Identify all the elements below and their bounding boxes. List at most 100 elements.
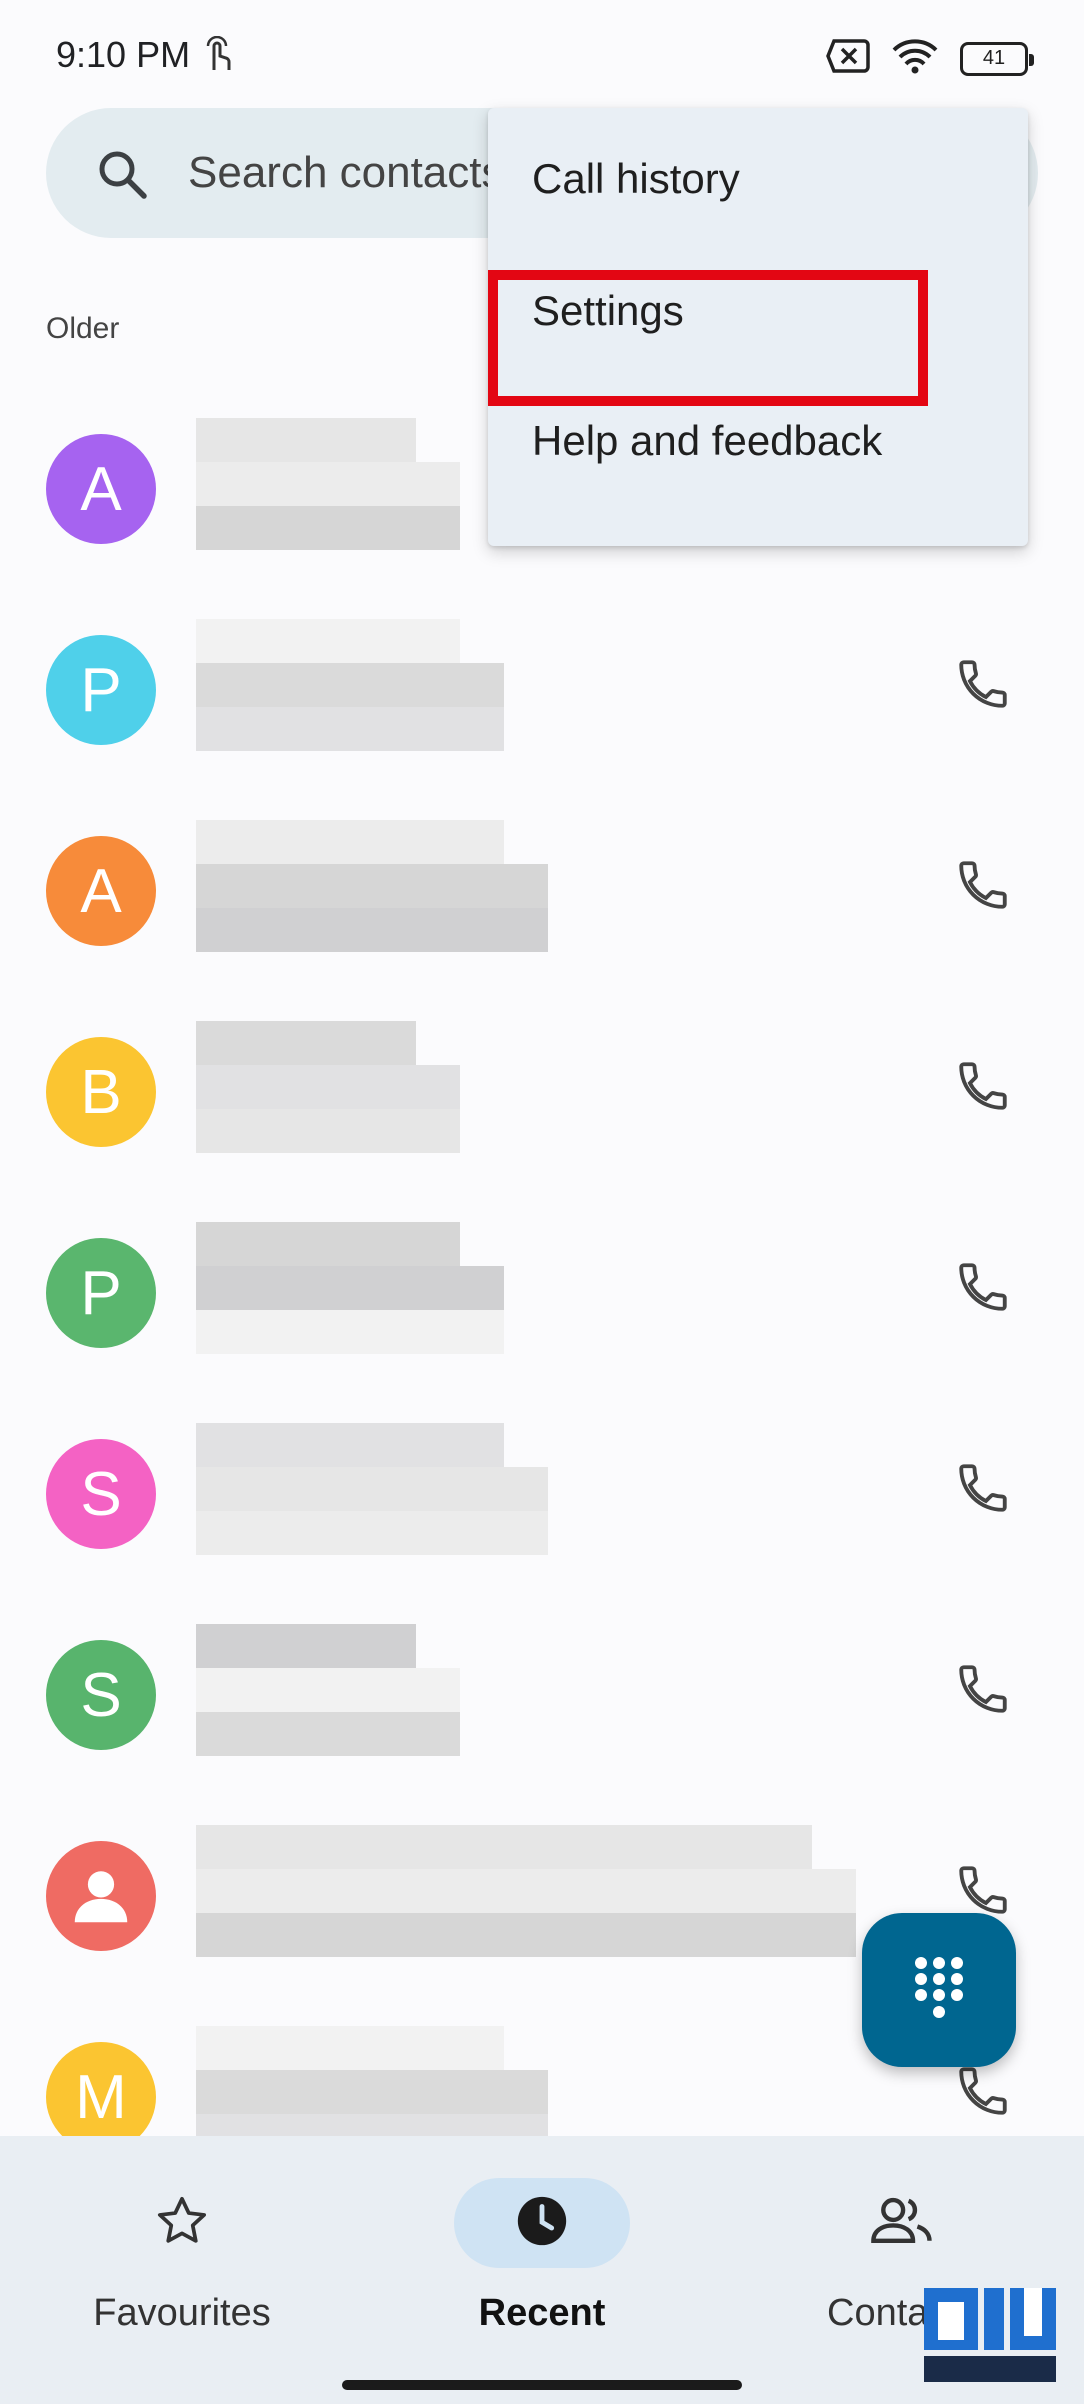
redaction-pixel bbox=[680, 1825, 724, 1869]
redaction-pixel bbox=[372, 418, 416, 462]
call-log-row[interactable]: B bbox=[0, 991, 1084, 1191]
redaction-pixel bbox=[416, 1423, 460, 1467]
redaction-pixel bbox=[504, 2070, 548, 2114]
redaction-pixel bbox=[240, 908, 284, 952]
redaction-pixel bbox=[284, 1869, 328, 1913]
redaction-pixel bbox=[416, 619, 460, 663]
call-log-row[interactable]: P bbox=[0, 589, 1084, 789]
contact-avatar[interactable]: S bbox=[46, 1439, 156, 1549]
phone-call-icon[interactable] bbox=[954, 1258, 1012, 1321]
redaction-pixel bbox=[240, 462, 284, 506]
redaction-pixel bbox=[724, 1869, 768, 1913]
redaction-pixel bbox=[196, 1869, 240, 1913]
people-icon bbox=[869, 2193, 935, 2254]
contact-avatar[interactable]: P bbox=[46, 1238, 156, 1348]
nav-favourites-pill bbox=[94, 2178, 270, 2268]
redaction-pixel bbox=[328, 1825, 372, 1869]
redaction-pixel bbox=[284, 1310, 328, 1354]
status-bar: 9:10 PM 41 bbox=[0, 0, 1084, 110]
redaction-pixel bbox=[460, 2070, 504, 2114]
redaction-pixel bbox=[284, 1109, 328, 1153]
redaction-pixel bbox=[460, 2026, 504, 2070]
phone-call-icon[interactable] bbox=[954, 655, 1012, 718]
phone-call-icon[interactable] bbox=[954, 2062, 1012, 2125]
redaction-pixel bbox=[240, 1065, 284, 1109]
redaction-pixel bbox=[240, 1511, 284, 1555]
contact-avatar[interactable]: B bbox=[46, 1037, 156, 1147]
redaction-pixel bbox=[460, 1869, 504, 1913]
redaction-pixel bbox=[328, 418, 372, 462]
redaction-pixel bbox=[416, 1913, 460, 1957]
redaction-pixel bbox=[240, 2026, 284, 2070]
redaction-pixel bbox=[680, 1869, 724, 1913]
redaction-pixel bbox=[196, 1467, 240, 1511]
redaction-pixel bbox=[240, 1266, 284, 1310]
person-avatar-icon[interactable] bbox=[46, 1841, 156, 1951]
search-input[interactable]: Search contacts bbox=[188, 148, 504, 198]
redaction-pixel bbox=[328, 707, 372, 751]
redaction-pixel bbox=[328, 2070, 372, 2114]
phone-call-icon[interactable] bbox=[954, 1660, 1012, 1723]
redaction-pixel bbox=[284, 462, 328, 506]
phone-call-icon[interactable] bbox=[954, 1459, 1012, 1522]
redaction-pixel bbox=[284, 1511, 328, 1555]
redaction-pixel bbox=[328, 2026, 372, 2070]
redaction-pixel bbox=[372, 908, 416, 952]
section-label: Older bbox=[46, 312, 120, 345]
redaction-pixel bbox=[328, 1511, 372, 1555]
redaction-pixel bbox=[460, 820, 504, 864]
phone-call-icon[interactable] bbox=[954, 856, 1012, 919]
menu-item-call-history[interactable]: Call history bbox=[488, 114, 1028, 244]
phone-call-icon[interactable] bbox=[954, 1057, 1012, 1120]
redaction-pixel bbox=[416, 1109, 460, 1153]
redaction-pixel bbox=[196, 1624, 240, 1668]
redaction-pixel bbox=[328, 1869, 372, 1913]
redaction-pixel bbox=[812, 1869, 856, 1913]
nav-favourites[interactable]: Favourites bbox=[32, 2178, 332, 2335]
redaction-pixel bbox=[416, 1065, 460, 1109]
redaction-pixel bbox=[416, 1222, 460, 1266]
redaction-pixel bbox=[416, 1310, 460, 1354]
redaction-pixel bbox=[328, 1712, 372, 1756]
redaction-pixel bbox=[460, 1423, 504, 1467]
redaction-pixel bbox=[416, 820, 460, 864]
call-log-row[interactable]: S bbox=[0, 1594, 1084, 1794]
call-log-row[interactable]: S bbox=[0, 1393, 1084, 1593]
redaction-pixel bbox=[416, 908, 460, 952]
call-log-row[interactable]: P bbox=[0, 1192, 1084, 1392]
redaction-pixel bbox=[768, 1825, 812, 1869]
redaction-pixel bbox=[284, 1266, 328, 1310]
redaction-pixel bbox=[328, 1467, 372, 1511]
redaction-pixel bbox=[416, 462, 460, 506]
contact-avatar[interactable]: S bbox=[46, 1640, 156, 1750]
status-time: 9:10 PM bbox=[56, 34, 191, 75]
redaction-pixel bbox=[284, 1825, 328, 1869]
redaction-pixel bbox=[196, 707, 240, 751]
redaction-pixel bbox=[416, 2070, 460, 2114]
redaction-pixel bbox=[284, 1624, 328, 1668]
redaction-pixel bbox=[460, 908, 504, 952]
redaction-pixel bbox=[372, 864, 416, 908]
nav-recent[interactable]: Recent bbox=[392, 2178, 692, 2335]
redaction-pixel bbox=[416, 864, 460, 908]
redaction-pixel bbox=[372, 1222, 416, 1266]
home-indicator[interactable] bbox=[342, 2380, 742, 2390]
redaction-pixel bbox=[240, 619, 284, 663]
nav-favourites-label: Favourites bbox=[93, 2292, 271, 2334]
contact-avatar[interactable]: A bbox=[46, 836, 156, 946]
redaction-pixel bbox=[372, 1825, 416, 1869]
redaction-pixel bbox=[328, 663, 372, 707]
dialpad-button[interactable] bbox=[862, 1913, 1016, 2067]
contact-avatar[interactable]: P bbox=[46, 635, 156, 745]
dialpad-icon bbox=[913, 1955, 965, 2026]
redaction-pixel bbox=[284, 663, 328, 707]
redaction-pixel bbox=[504, 1825, 548, 1869]
call-log-row[interactable]: A bbox=[0, 790, 1084, 990]
redaction-pixel bbox=[416, 1467, 460, 1511]
redaction-pixel bbox=[460, 707, 504, 751]
redaction-pixel bbox=[636, 1825, 680, 1869]
wifi-icon bbox=[892, 38, 938, 79]
redaction-pixel bbox=[328, 1266, 372, 1310]
contact-avatar[interactable]: A bbox=[46, 434, 156, 544]
redaction-pixel bbox=[372, 1109, 416, 1153]
